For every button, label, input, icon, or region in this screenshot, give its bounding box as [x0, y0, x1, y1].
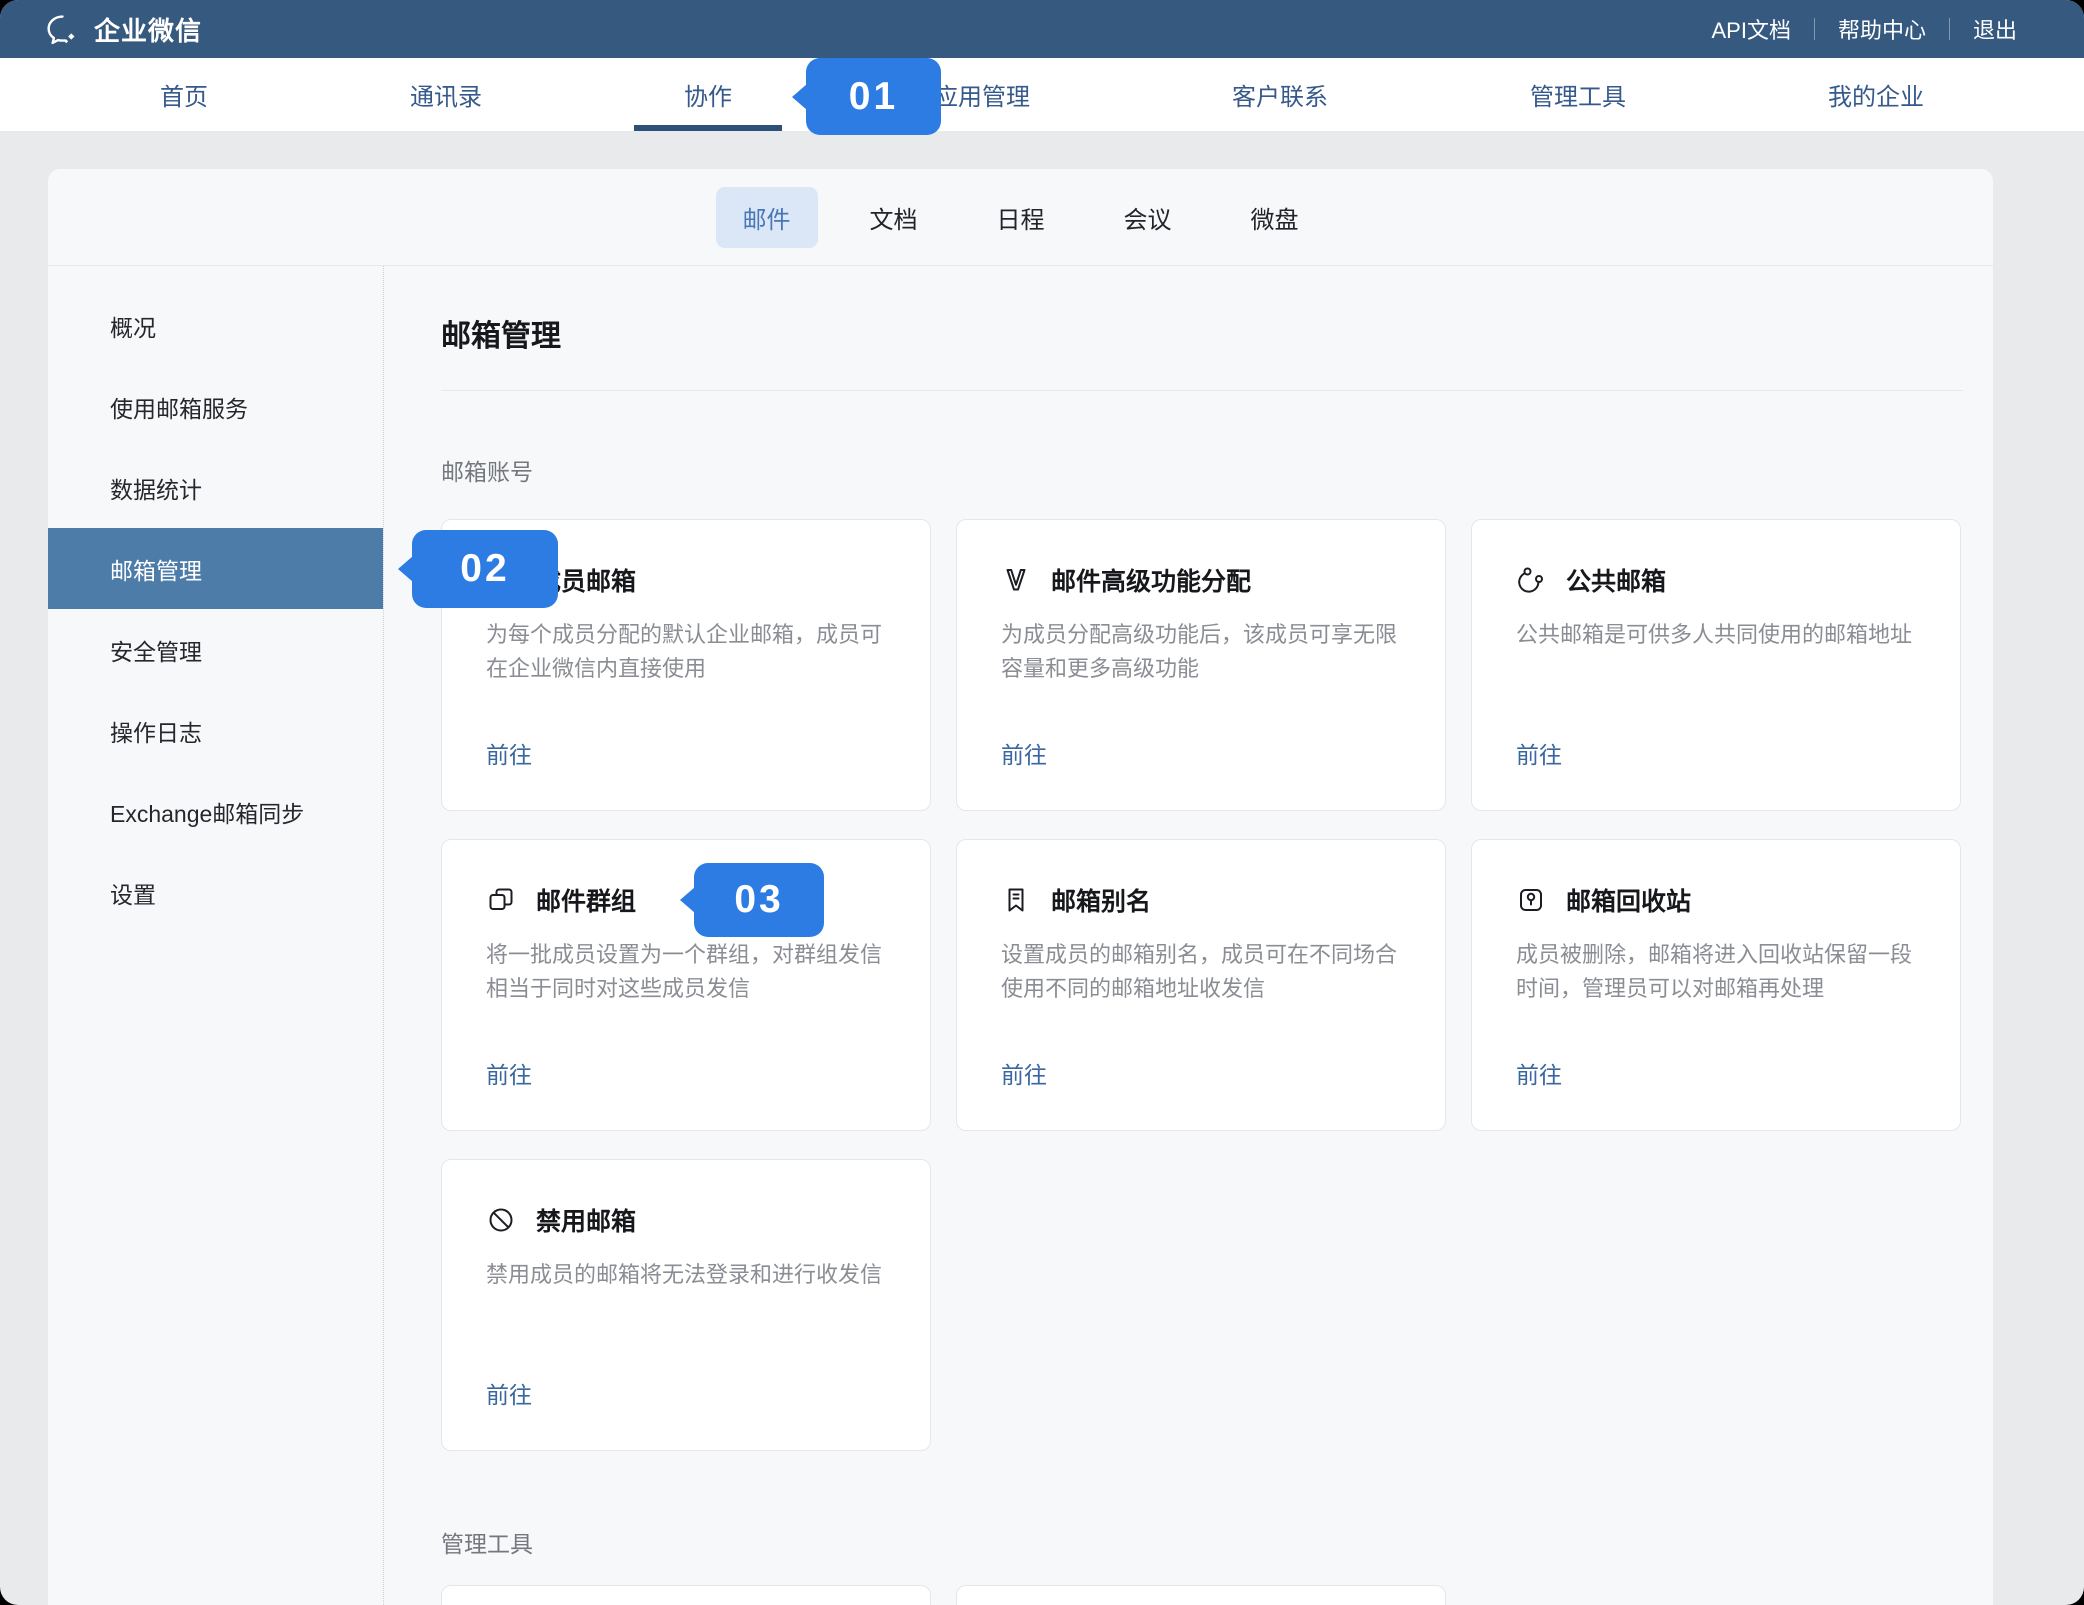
- go-link[interactable]: 前往: [1516, 736, 1562, 770]
- nav-tab-home[interactable]: 首页: [160, 58, 208, 131]
- card-head: 公共邮箱: [1516, 564, 1916, 596]
- card-welcome-letter: 欢迎信: [441, 1585, 931, 1605]
- sidebar-item-data-statistics[interactable]: 数据统计: [48, 447, 383, 528]
- card-mail-advanced-features: 邮件高级功能分配为成员分配高级功能后，该成员可享无限容量和更多高级功能前往: [956, 519, 1446, 811]
- card-mail-group: 邮件群组03将一批成员设置为一个群组，对群组发信相当于同时对这些成员发信前往: [441, 839, 931, 1131]
- card-grid: 成员邮箱为每个成员分配的默认企业邮箱，成员可在企业微信内直接使用前往邮件高级功能…: [441, 519, 1963, 1451]
- sidebar-item-use-mail-service[interactable]: 使用邮箱服务: [48, 366, 383, 447]
- go-link[interactable]: 前往: [486, 1056, 532, 1090]
- card-head: 禁用邮箱: [486, 1204, 886, 1236]
- card-desc: 设置成员的邮箱别名，成员可在不同场合使用不同的邮箱地址收发信: [1001, 938, 1401, 1006]
- card-head: 邮件高级功能分配: [1001, 564, 1401, 596]
- page-title: 邮箱管理: [441, 321, 1963, 353]
- subtab-schedule[interactable]: 日程: [970, 187, 1072, 248]
- workspace-panel: 邮件文档日程会议微盘 概况使用邮箱服务数据统计邮箱管理安全管理操作日志Excha…: [48, 169, 1993, 1605]
- subtab-mail[interactable]: 邮件: [716, 187, 818, 248]
- topbar: 企业微信 API文档帮助中心退出: [0, 0, 2084, 58]
- nav-tab-app-management[interactable]: 应用管理: [934, 58, 1030, 131]
- workspace-tabs: 邮件文档日程会议微盘: [48, 169, 1993, 266]
- section-label: 邮箱账号: [441, 453, 1963, 487]
- card-desc: 禁用成员的邮箱将无法登录和进行收发信: [486, 1258, 886, 1292]
- card-title: 邮箱别名: [1051, 882, 1151, 918]
- card-disabled-mailbox: 禁用邮箱禁用成员的邮箱将无法登录和进行收发信前往: [441, 1159, 931, 1451]
- brand: 企业微信: [44, 11, 202, 48]
- sidebar-item-mailbox-management[interactable]: 邮箱管理: [48, 528, 383, 609]
- card-title: 邮箱回收站: [1566, 882, 1691, 918]
- content: 邮箱管理 邮箱账号成员邮箱为每个成员分配的默认企业邮箱，成员可在企业微信内直接使…: [384, 266, 1993, 1605]
- subtab-drive[interactable]: 微盘: [1224, 187, 1326, 248]
- bookmark-note-icon: [1001, 885, 1031, 915]
- card-desc: 为每个成员分配的默认企业邮箱，成员可在企业微信内直接使用: [486, 618, 886, 686]
- brand-name: 企业微信: [94, 11, 202, 48]
- card-head: 邮件群组03: [486, 884, 886, 916]
- sidebar-item-security-management[interactable]: 安全管理: [48, 609, 383, 690]
- sidebar-item-exchange-sync[interactable]: Exchange邮箱同步: [48, 771, 383, 852]
- sidebar-item-settings[interactable]: 设置: [48, 852, 383, 933]
- ban-icon: [486, 1205, 516, 1235]
- topbar-links: API文档帮助中心退出: [1689, 13, 2041, 45]
- topbar-link-api-docs[interactable]: API文档: [1689, 13, 1814, 45]
- card-title: 禁用邮箱: [536, 1202, 636, 1238]
- sidebar-item-overview[interactable]: 概况: [48, 285, 383, 366]
- vip-v-icon: [1001, 565, 1031, 595]
- card-head: 邮箱别名: [1001, 884, 1401, 916]
- card-mailbox-alias: 邮箱别名设置成员的邮箱别名，成员可在不同场合使用不同的邮箱地址收发信前往: [956, 839, 1446, 1131]
- copy-squares-icon: [486, 885, 516, 915]
- card-desc: 公共邮箱是可供多人共同使用的邮箱地址: [1516, 618, 1916, 652]
- nav-tab-management-tools[interactable]: 管理工具: [1530, 58, 1626, 131]
- card-mail-archive: 邮件归档: [956, 1585, 1446, 1605]
- card-title: 邮件群组: [536, 882, 636, 918]
- subtab-docs[interactable]: 文档: [843, 187, 945, 248]
- title-divider: [441, 390, 1963, 391]
- step-badge-1: 01: [806, 58, 941, 135]
- card-head: 邮箱回收站: [1516, 884, 1916, 916]
- topbar-link-help-center[interactable]: 帮助中心: [1815, 13, 1949, 45]
- nav-tab-my-company[interactable]: 我的企业: [1828, 58, 1924, 131]
- go-link[interactable]: 前往: [1001, 736, 1047, 770]
- panel-body: 概况使用邮箱服务数据统计邮箱管理安全管理操作日志Exchange邮箱同步设置 邮…: [48, 266, 1993, 1605]
- go-link[interactable]: 前往: [1001, 1056, 1047, 1090]
- section-label: 管理工具: [441, 1525, 1963, 1559]
- go-link[interactable]: 前往: [486, 736, 532, 770]
- card-public-mailbox: 公共邮箱公共邮箱是可供多人共同使用的邮箱地址前往: [1471, 519, 1961, 811]
- topbar-link-logout[interactable]: 退出: [1950, 13, 2040, 45]
- card-desc: 成员被删除，邮箱将进入回收站保留一段时间，管理员可以对邮箱再处理: [1516, 938, 1916, 1006]
- go-link[interactable]: 前往: [1516, 1056, 1562, 1090]
- sidebar: 概况使用邮箱服务数据统计邮箱管理安全管理操作日志Exchange邮箱同步设置: [48, 266, 384, 1605]
- card-grid: 欢迎信 邮件归档: [441, 1585, 1963, 1605]
- nav-tab-customer-contact[interactable]: 客户联系: [1232, 58, 1328, 131]
- app-window: 企业微信 API文档帮助中心退出 首页通讯录协作应用管理客户联系管理工具我的企业…: [0, 0, 2084, 1605]
- subtab-meeting[interactable]: 会议: [1097, 187, 1199, 248]
- sidebar-item-operation-log[interactable]: 操作日志: [48, 690, 383, 771]
- main-nav: 首页 通讯录 协作 应用管理 客户联系 管理工具 我的企业: [0, 58, 2084, 131]
- share-network-icon: [1516, 565, 1546, 595]
- wecom-bubble-logo-icon: [44, 11, 81, 48]
- card-mailbox-recycle-bin: 邮箱回收站成员被删除，邮箱将进入回收站保留一段时间，管理员可以对邮箱再处理前往: [1471, 839, 1961, 1131]
- go-link[interactable]: 前往: [486, 1376, 532, 1410]
- nav-tab-contacts[interactable]: 通讯录: [410, 58, 482, 131]
- card-desc: 将一批成员设置为一个群组，对群组发信相当于同时对这些成员发信: [486, 938, 886, 1006]
- card-title: 公共邮箱: [1566, 562, 1666, 598]
- card-desc: 为成员分配高级功能后，该成员可享无限容量和更多高级功能: [1001, 618, 1401, 686]
- card-title: 邮件高级功能分配: [1051, 562, 1251, 598]
- content-sections: 邮箱账号成员邮箱为每个成员分配的默认企业邮箱，成员可在企业微信内直接使用前往邮件…: [441, 453, 1963, 1605]
- recycle-bin-icon: [1516, 885, 1546, 915]
- step-badge-2: 02: [412, 530, 558, 608]
- nav-tab-collaboration[interactable]: 协作: [684, 58, 732, 131]
- step-badge-3: 03: [694, 863, 824, 937]
